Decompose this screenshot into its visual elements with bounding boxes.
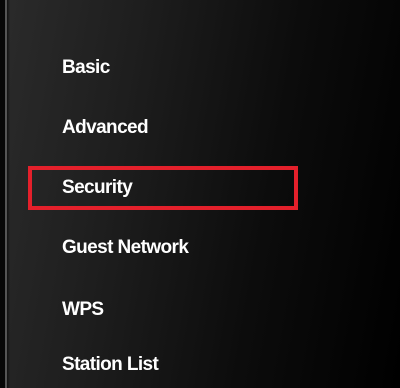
sidebar-item-security[interactable]: Security (28, 166, 298, 210)
sidebar-edge-shadow (7, 0, 10, 388)
sidebar-item-label: WPS (62, 299, 104, 320)
sidebar-item-wps[interactable]: WPS (28, 288, 298, 332)
sidebar-item-advanced[interactable]: Advanced (28, 106, 298, 150)
sidebar-item-label: Guest Network (62, 237, 189, 258)
sidebar-item-basic[interactable]: Basic (28, 46, 298, 90)
sidebar-item-label: Advanced (62, 117, 149, 138)
sidebar-item-label: Station List (62, 354, 159, 375)
sidebar-item-label: Security (62, 177, 133, 198)
sidebar-item-guest-network[interactable]: Guest Network (28, 226, 298, 270)
sidebar-item-station-list[interactable]: Station List (28, 343, 298, 387)
sidebar-item-label: Basic (62, 57, 110, 78)
sidebar-menu: Basic Advanced Security Guest Network WP… (0, 0, 400, 388)
